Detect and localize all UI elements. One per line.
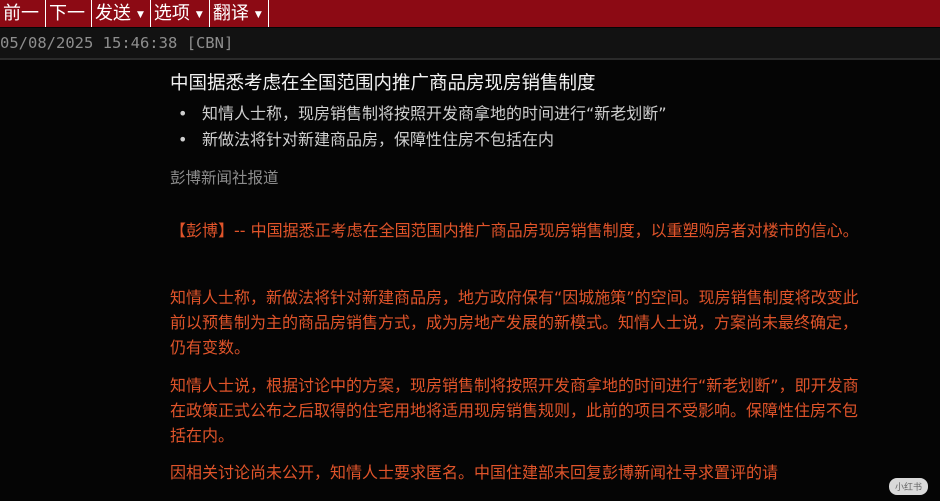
menu-prev-label: 前一 [3,3,39,24]
summary-bullet-text: 知情人士称，现房销售制将按照开发商拿地的时间进行“新老划断” [202,104,667,123]
article-paragraph: 知情人士说，根据讨论中的方案，现房销售制将按照开发商拿地的时间进行“新老划断”，… [170,376,859,445]
article-headline: 中国据悉考虑在全国范围内推广商品房现房销售制度 [170,73,596,94]
article-source: 彭博新闻社报道 [170,169,279,187]
menu-send-label: 发送 [95,3,131,24]
summary-bullet: • 新做法将针对新建商品房，保障性住房不包括在内 [178,127,667,153]
divider [0,58,940,60]
caret-down-icon: ▼ [137,9,144,20]
menu-translate-label: 翻译 [212,3,249,24]
menu-next-button[interactable]: 下一 [46,0,92,27]
story-timestamp-source: 05/08/2025 15:46:38 [CBN] [0,28,940,58]
menu-options-dropdown[interactable]: 选项 ▼ [151,0,210,27]
article-paragraph: 因相关讨论尚未公开，知情人士要求匿名。中国住建部未回复彭博新闻社寻求置评的请 [170,463,779,482]
menu-translate-dropdown[interactable]: 翻译 ▼ [210,0,269,27]
menu-send-dropdown[interactable]: 发送 ▼ [92,0,151,27]
article-paragraph: 知情人士称，新做法将针对新建商品房，地方政府保有“因城施策”的空间。现房销售制度… [170,288,859,357]
article-paragraph: 【彭博】-- 中国据悉正考虑在全国范围内推广商品房现房销售制度，以重塑购房者对楼… [170,221,859,240]
menubar: 前一 下一 发送 ▼ 选项 ▼ 翻译 ▼ [0,0,940,27]
summary-bullet-text: 新做法将针对新建商品房，保障性住房不包括在内 [202,130,555,149]
caret-down-icon: ▼ [195,9,203,20]
menu-prev-button[interactable]: 前一 [0,0,46,27]
bullet-icon: • [178,104,188,123]
caret-down-icon: ▼ [254,9,262,20]
watermark-badge: 小红书 [888,478,928,495]
menu-options-label: 选项 [153,3,190,24]
bullet-icon: • [178,130,188,149]
summary-bullets: • 知情人士称，现房销售制将按照开发商拿地的时间进行“新老划断” • 新做法将针… [178,101,667,153]
summary-bullet: • 知情人士称，现房销售制将按照开发商拿地的时间进行“新老划断” [178,101,667,127]
menu-next-label: 下一 [49,3,85,24]
